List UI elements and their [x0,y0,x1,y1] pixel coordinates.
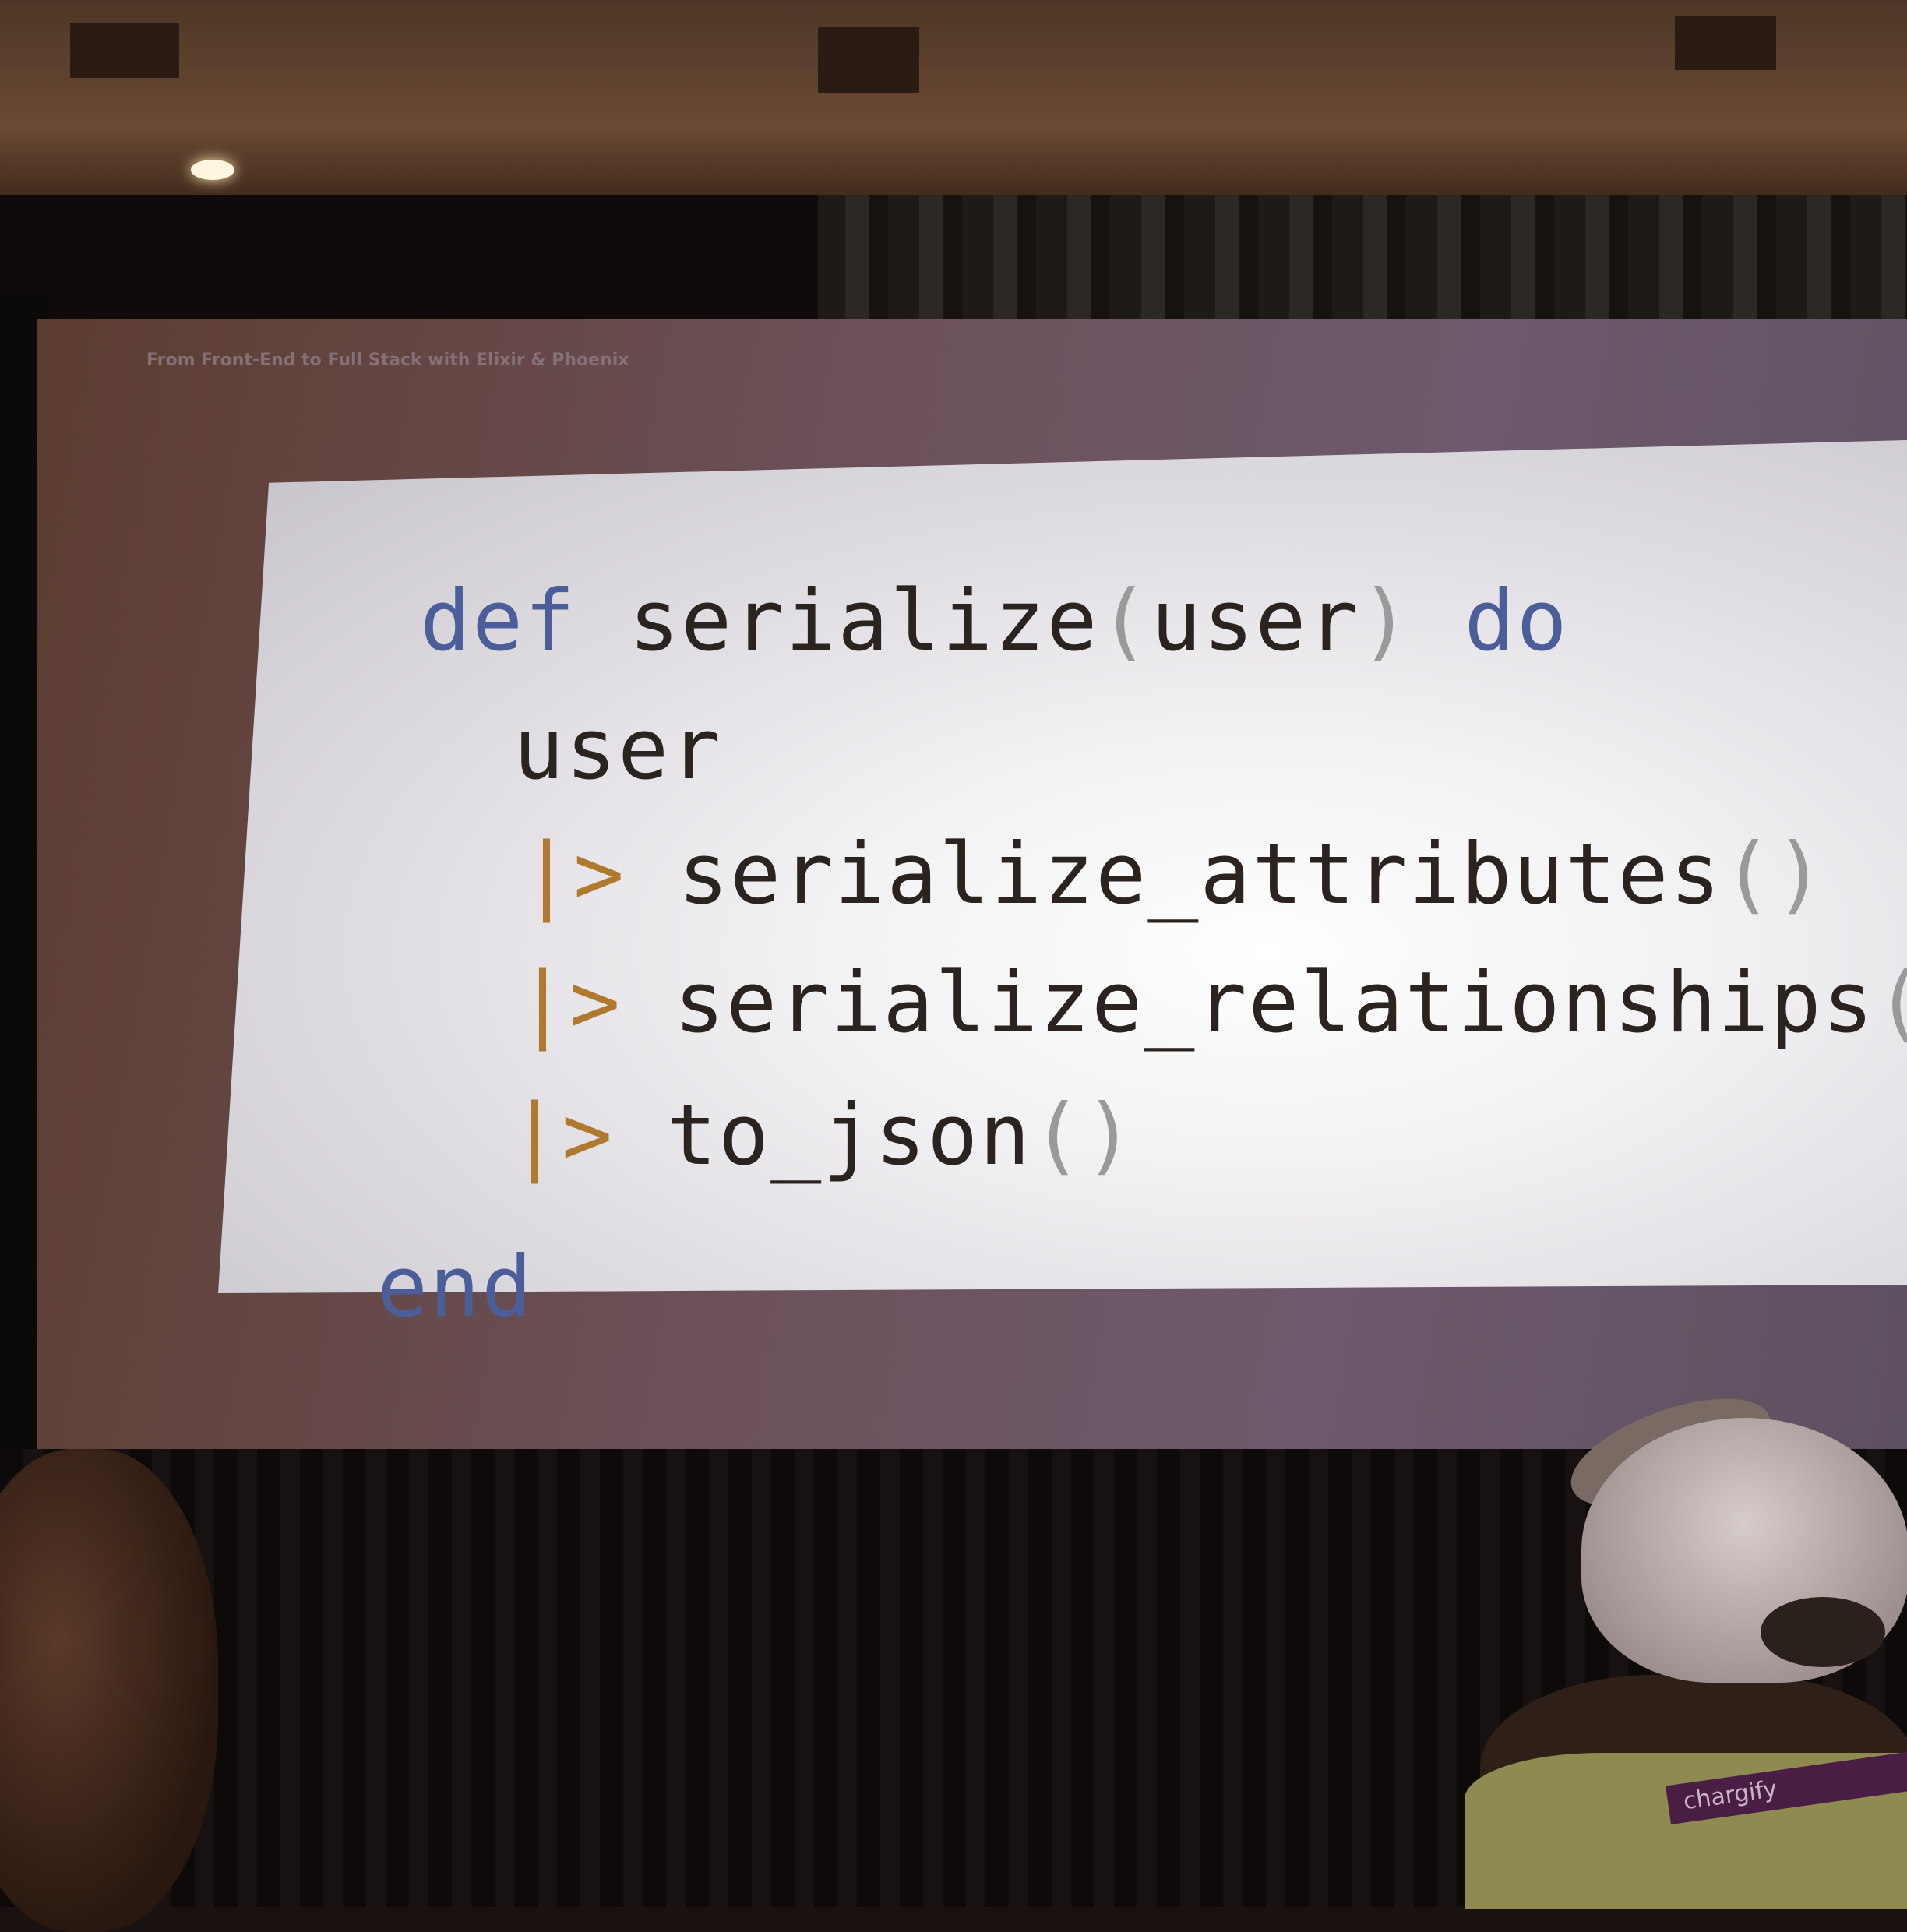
parens: () [1875,954,1907,1052]
keyword-do: do [1464,573,1569,670]
slide-title: From Front-End to Full Stack with Elixir… [146,351,629,370]
audience-head-left [0,1449,218,1932]
keyword-end: end [377,1239,534,1336]
open-paren: ( [1098,573,1151,670]
ceiling-vent [1675,16,1776,70]
close-paren: ) [1359,573,1412,670]
function-call: to_json [666,1087,1032,1184]
parens: () [1031,1087,1137,1184]
stage-valance-shadow [0,195,818,327]
ceiling-light [191,160,234,180]
ceiling [0,0,1907,210]
lanyard-text: chargify [1681,1775,1779,1816]
ceiling-vent [818,27,919,93]
ceiling-vent [70,23,179,78]
argument: user [1151,573,1360,670]
code-line-end: end [273,1141,534,1336]
cap-strap [1761,1597,1885,1667]
